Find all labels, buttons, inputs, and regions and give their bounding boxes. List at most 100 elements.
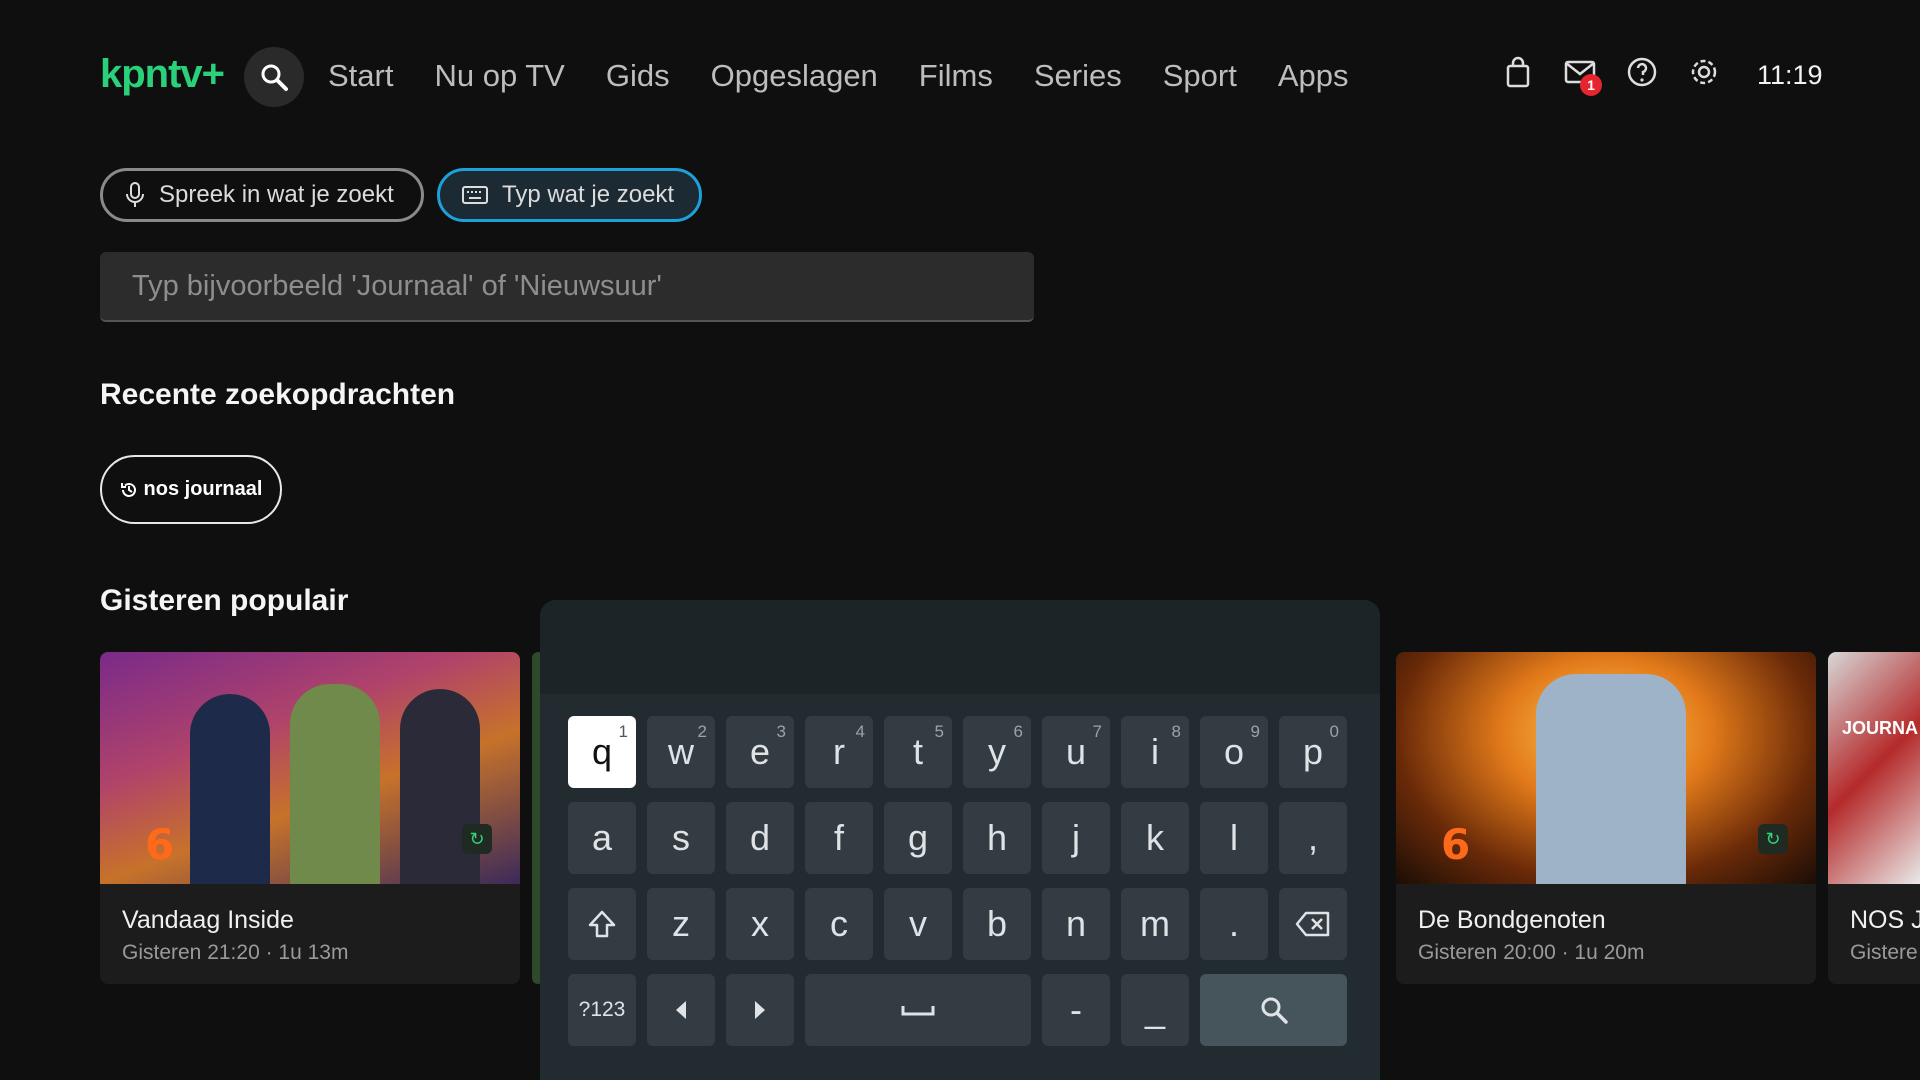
arrow-right-icon [755,1001,765,1019]
search-button[interactable] [244,47,304,107]
key-label: r [833,731,845,772]
key-i[interactable]: i8 [1121,716,1189,788]
microphone-icon [126,182,144,207]
key-p[interactable]: p0 [1279,716,1347,788]
settings-icon[interactable] [1688,56,1720,88]
arrow-left-icon [676,1001,686,1019]
key-d[interactable]: d [726,802,794,874]
key-m[interactable]: m [1121,888,1189,960]
key-label: q [591,731,613,772]
recent-search-label: nos journaal [143,478,263,500]
key-label: w [668,731,694,772]
card-title: NOS Jo [1850,906,1920,934]
key-h[interactable]: h [963,802,1031,874]
key-f[interactable]: f [805,802,873,874]
key-e[interactable]: e3 [726,716,794,788]
key-u[interactable]: u7 [1042,716,1110,788]
key-n[interactable]: n [1042,888,1110,960]
key-label: e [749,731,771,772]
key-number: 5 [934,722,944,741]
mail-icon[interactable]: 1 [1564,56,1602,96]
program-thumbnail: JOURNA [1828,652,1920,884]
key-g[interactable]: g [884,802,952,874]
nav-gids[interactable]: Gids [606,58,670,94]
type-search-button[interactable]: Typ wat je zoekt [437,168,702,222]
nav-films[interactable]: Films [919,58,993,94]
key-j[interactable]: j [1042,802,1110,874]
key-o[interactable]: o9 [1200,716,1268,788]
shift-key[interactable] [568,888,636,960]
backspace-icon [1295,911,1330,937]
search-icon [1261,997,1288,1024]
key-x[interactable]: x [726,888,794,960]
key-a[interactable]: a [568,802,636,874]
header-icons: 1 [1502,56,1720,96]
keyboard-search-key[interactable] [1200,974,1347,1046]
key-number: 8 [1171,722,1181,741]
nav-apps[interactable]: Apps [1278,58,1349,94]
on-screen-keyboard: q1 w2 e3 r4 t5 y6 u7 i8 o9 p0 a s d f g … [540,600,1380,1080]
nav-start[interactable]: Start [328,58,393,94]
key-k[interactable]: k [1121,802,1189,874]
key-comma[interactable]: , [1279,802,1347,874]
replay-icon: ↻ [462,824,492,854]
voice-search-label: Spreek in wat je zoekt [159,181,394,208]
history-icon [120,482,136,497]
key-q[interactable]: q1 [568,716,636,788]
key-y[interactable]: y6 [963,716,1031,788]
clock: 11:19 [1757,60,1823,90]
key-t[interactable]: t5 [884,716,952,788]
program-card[interactable]: JOURNA NOS Jo Gistere [1828,652,1920,984]
nav-nu-op-tv[interactable]: Nu op TV [434,58,564,94]
key-z[interactable]: z [647,888,715,960]
key-number: 0 [1329,722,1339,741]
program-card[interactable]: 6 ↻ Vandaag Inside Gisteren 21:20 · 1u 1… [100,652,520,984]
keyboard-icon [462,186,488,204]
key-v[interactable]: v [884,888,952,960]
key-r[interactable]: r4 [805,716,873,788]
key-label: o [1223,731,1245,772]
search-input[interactable]: Typ bijvoorbeeld 'Journaal' of 'Nieuwsuu… [100,252,1034,322]
underscore-key[interactable]: _ [1121,974,1189,1046]
recent-search-chip[interactable]: nos journaal [100,455,282,524]
thumbnail-text: JOURNA [1842,718,1919,738]
shift-icon [588,910,616,938]
key-w[interactable]: w2 [647,716,715,788]
search-placeholder: Typ bijvoorbeeld 'Journaal' of 'Nieuwsuu… [132,269,662,302]
nav-series[interactable]: Series [1034,58,1122,94]
key-number: 4 [855,722,865,741]
nav-sport[interactable]: Sport [1163,58,1237,94]
card-title: De Bondgenoten [1418,906,1606,934]
help-icon[interactable] [1626,56,1658,88]
voice-search-button[interactable]: Spreek in wat je zoekt [100,168,424,222]
key-number: 9 [1250,722,1260,741]
card-title: Vandaag Inside [122,906,294,934]
shopping-bag-icon[interactable] [1502,56,1534,88]
key-l[interactable]: l [1200,802,1268,874]
program-card[interactable]: 6 ↻ De Bondgenoten Gisteren 20:00 · 1u 2… [1396,652,1816,984]
main-nav: Start Nu op TV Gids Opgeslagen Films Ser… [328,58,1349,94]
key-label: y [988,731,1006,772]
key-s[interactable]: s [647,802,715,874]
cursor-left-key[interactable] [647,974,715,1046]
nav-opgeslagen[interactable]: Opgeslagen [711,58,878,94]
symbols-key[interactable]: ?123 [568,974,636,1046]
key-period[interactable]: . [1200,888,1268,960]
key-number: 1 [618,722,628,741]
key-c[interactable]: c [805,888,873,960]
channel-6-logo: 6 [1441,820,1471,869]
replay-icon: ↻ [1758,824,1788,854]
card-subtitle: Gistere [1850,941,1918,964]
channel-6-logo: 6 [145,820,175,869]
key-b[interactable]: b [963,888,1031,960]
dash-key[interactable]: - [1042,974,1110,1046]
mail-badge: 1 [1580,74,1602,96]
type-search-label: Typ wat je zoekt [502,181,675,208]
backspace-key[interactable] [1279,888,1347,960]
card-subtitle: Gisteren 20:00 · 1u 20m [1418,941,1645,964]
keyboard-suggestion-bar [540,600,1380,694]
key-number: 6 [1013,722,1023,741]
recent-searches-title: Recente zoekopdrachten [100,378,456,411]
space-key[interactable] [805,974,1031,1046]
cursor-right-key[interactable] [726,974,794,1046]
